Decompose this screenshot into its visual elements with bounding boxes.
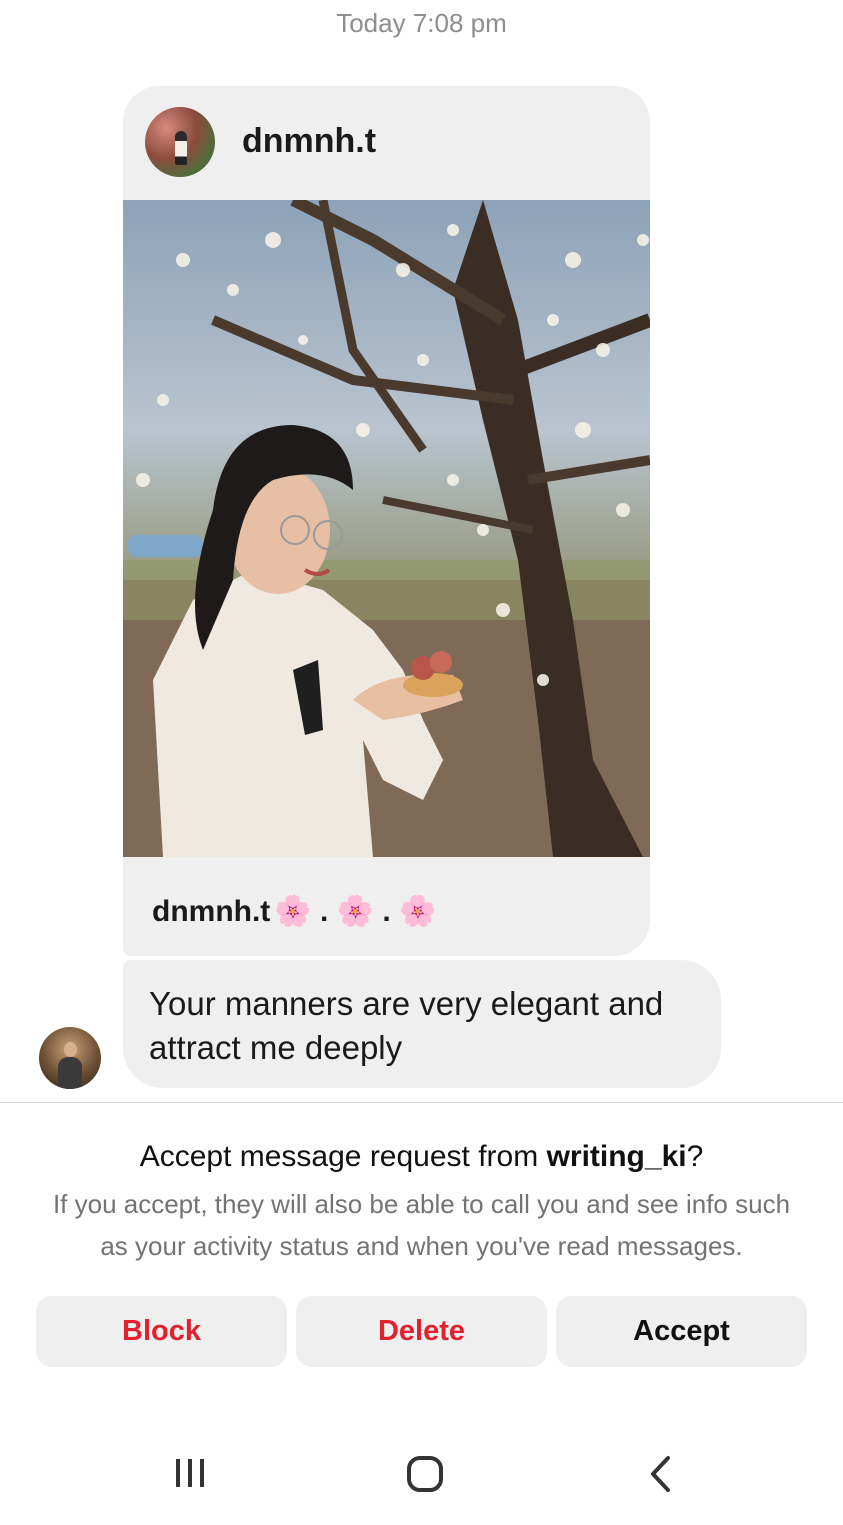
post-photo[interactable] — [123, 200, 650, 857]
accept-button[interactable]: Accept — [556, 1296, 807, 1367]
post-author-username[interactable]: dnmnh.t — [242, 122, 376, 161]
block-button[interactable]: Block — [36, 1296, 287, 1367]
request-title-suffix: ? — [686, 1140, 704, 1173]
sender-avatar[interactable] — [39, 1027, 101, 1089]
request-description: If you accept, they will also be able to… — [52, 1189, 791, 1261]
request-title-prefix: Accept message request from — [139, 1140, 547, 1173]
system-nav-bar — [0, 1425, 843, 1525]
post-caption: dnmnh.t 🌸 . 🌸 . 🌸 — [152, 894, 436, 929]
caption-username[interactable]: dnmnh.t — [152, 895, 270, 928]
divider — [0, 1102, 843, 1103]
post-author-avatar[interactable] — [145, 107, 215, 177]
shared-post-card[interactable]: dnmnh.t dnmnh.t 🌸 . 🌸 . 🌸 — [123, 86, 650, 956]
request-username: writing_ki — [546, 1140, 687, 1173]
request-title: Accept message request from writing_ki? — [0, 1140, 843, 1174]
message-text: Your manners are very elegant and attrac… — [149, 985, 664, 1066]
back-icon[interactable] — [646, 1455, 676, 1498]
caption-text: 🌸 . 🌸 . 🌸 — [274, 895, 437, 928]
home-icon[interactable] — [406, 1455, 444, 1498]
recents-icon[interactable] — [172, 1455, 208, 1496]
message-bubble[interactable]: Your manners are very elegant and attrac… — [123, 960, 721, 1088]
shared-post-header[interactable]: dnmnh.t — [123, 86, 650, 200]
delete-button[interactable]: Delete — [296, 1296, 547, 1367]
message-timestamp: Today 7:08 pm — [336, 8, 507, 38]
